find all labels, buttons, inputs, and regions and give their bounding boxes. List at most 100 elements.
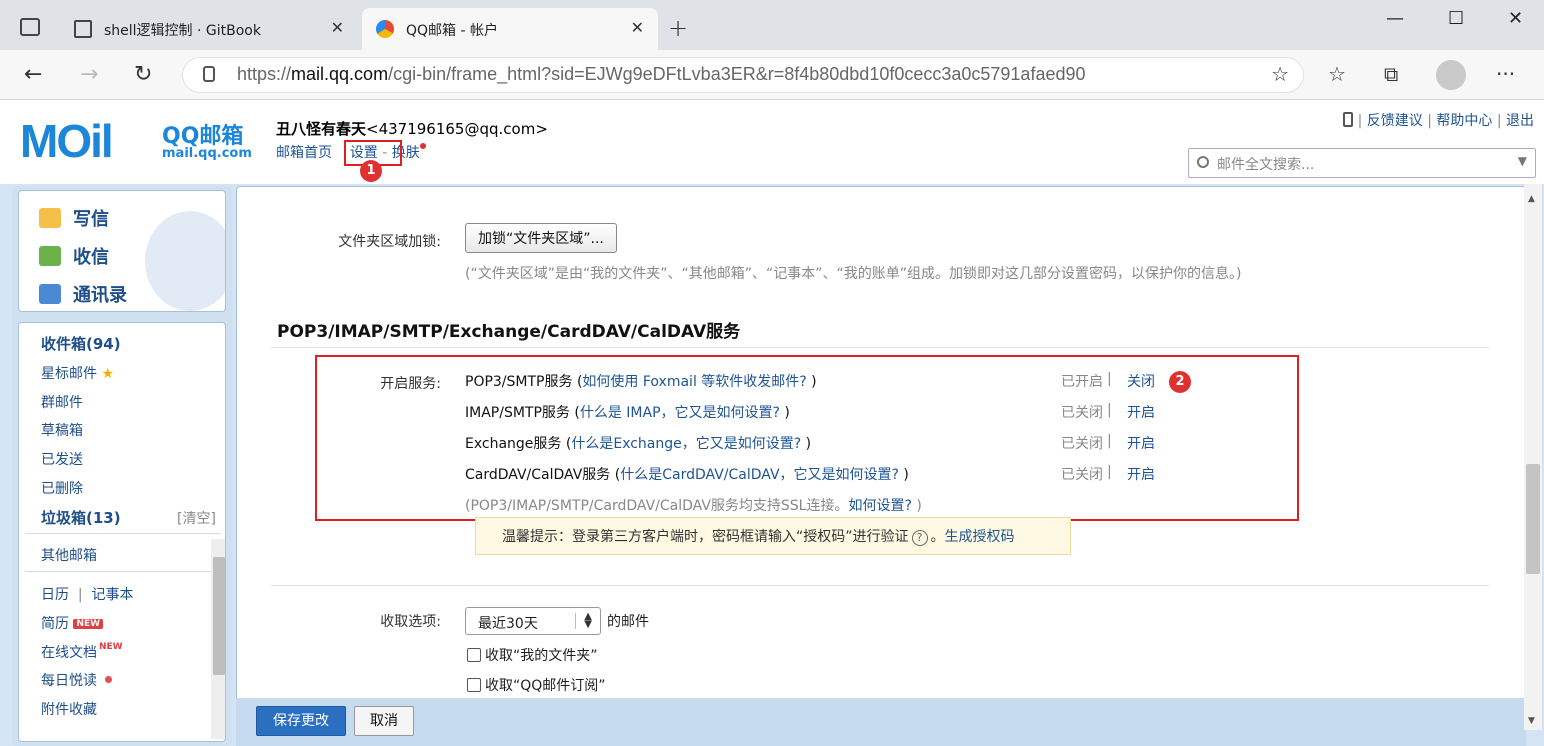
folder-group[interactable]: 群邮件 — [41, 392, 83, 412]
folder-lock-button[interactable]: 加锁“文件夹区域”... — [465, 223, 617, 253]
folder-starred-label: 星标邮件 — [41, 366, 97, 382]
folder-lock-label: 文件夹区域加锁: — [338, 234, 441, 250]
inbox-download-icon — [39, 246, 61, 266]
save-button[interactable]: 保存更改 — [256, 706, 346, 736]
profile-avatar[interactable] — [1436, 60, 1466, 90]
page-scrollbar[interactable]: ▲ ▼ — [1524, 184, 1542, 730]
folder-starred[interactable]: 星标邮件 ★ — [41, 363, 114, 383]
page: MOil QQ邮箱 mail.qq.com 丑八怪有春天<437196165@q… — [0, 100, 1544, 746]
divider — [25, 533, 221, 534]
url-prefix: https:// — [237, 64, 292, 84]
tab-actions-icon[interactable] — [20, 18, 40, 36]
clear-spam-link[interactable]: [清空] — [177, 508, 216, 528]
help-link[interactable]: 帮助中心 — [1436, 113, 1492, 129]
chevron-down-icon[interactable]: ▼ — [1518, 154, 1527, 168]
folder-deleted[interactable]: 已删除 — [41, 478, 83, 498]
settings-content: 文件夹区域加锁: 加锁“文件夹区域”... (“文件夹区域”是由“我的文件夹”、… — [236, 186, 1526, 746]
compose-button[interactable]: 写信 — [39, 205, 109, 231]
folder-sent[interactable]: 已发送 — [41, 449, 83, 469]
maximize-icon[interactable]: ☐ — [1448, 8, 1464, 29]
address-bar[interactable]: https://mail.qq.com/cgi-bin/frame_html?s… — [182, 57, 1304, 93]
receive-range-select[interactable]: 最近30天 ▲ ▼ — [465, 607, 601, 635]
tab-label: QQ邮箱 - 帐户 — [406, 23, 498, 39]
logout-link[interactable]: 退出 — [1506, 113, 1534, 129]
checkbox[interactable] — [467, 648, 481, 662]
mail-header: MOil QQ邮箱 mail.qq.com 丑八怪有春天<437196165@q… — [0, 100, 1544, 184]
back-icon[interactable]: ← — [24, 62, 42, 87]
receive-suffix: 的邮件 — [607, 614, 649, 630]
cancel-button[interactable]: 取消 — [354, 706, 414, 736]
star-icon: ★ — [101, 366, 115, 382]
new-dot-icon — [419, 143, 426, 149]
scroll-down-icon[interactable]: ▼ — [1528, 716, 1535, 726]
phone-icon[interactable] — [1343, 112, 1354, 127]
calendar-link[interactable]: 日历 — [41, 587, 69, 603]
compose-label: 写信 — [73, 209, 109, 230]
collections-icon[interactable]: ⧉ — [1384, 62, 1398, 86]
new-badge: NEW — [99, 642, 123, 652]
receive-label: 收信 — [73, 247, 109, 268]
qqmail-logo[interactable]: MOil QQ邮箱 mail.qq.com — [20, 114, 260, 170]
more-icon[interactable]: ··· — [1496, 62, 1515, 86]
mail-main: 写信 收信 通讯录 收件箱(94) 星标邮件 ★ 群邮件 草稿箱 已发送 已删除… — [0, 184, 1544, 746]
receive-subscriptions-checkbox[interactable]: 收取“QQ邮件订阅” — [467, 675, 606, 695]
generate-auth-code-link[interactable]: 生成授权码 — [945, 529, 1015, 545]
daily-reading-link[interactable]: 每日悦读 — [41, 670, 113, 690]
forward-icon[interactable]: → — [80, 62, 98, 87]
add-favorite-icon[interactable]: ☆ — [1271, 62, 1289, 86]
url-host: mail.qq.com — [291, 64, 389, 84]
quick-actions: 写信 收信 通讯录 — [18, 190, 226, 312]
folder-inbox[interactable]: 收件箱(94) — [41, 333, 121, 354]
help-circle-icon[interactable]: ? — [911, 530, 928, 546]
user-name: 丑八怪有春天 — [276, 120, 367, 138]
select-arrows-icon: ▲ ▼ — [584, 611, 592, 630]
contacts-label: 通讯录 — [73, 285, 127, 306]
online-docs-link[interactable]: 在线文档 NEW — [41, 642, 123, 662]
search-icon — [1197, 156, 1209, 168]
close-icon[interactable]: ✕ — [631, 18, 644, 37]
search-input[interactable]: 邮件全文搜索... ▼ — [1188, 148, 1536, 178]
minimize-icon[interactable]: — — [1386, 8, 1404, 29]
folder-other-mail[interactable]: 其他邮箱 — [41, 545, 97, 565]
select-divider — [575, 613, 576, 629]
annotation-box-services — [315, 355, 1299, 521]
scroll-thumb[interactable] — [213, 557, 225, 675]
feedback-link[interactable]: 反馈建议 — [1367, 113, 1423, 129]
receive-my-folders-checkbox[interactable]: 收取“我的文件夹” — [467, 645, 598, 665]
url-text: https://mail.qq.com/cgi-bin/frame_html?s… — [237, 64, 1086, 85]
favorites-icon[interactable]: ☆ — [1328, 62, 1346, 86]
new-dot-icon — [105, 676, 113, 683]
folder-drafts[interactable]: 草稿箱 — [41, 420, 83, 440]
nav-home[interactable]: 邮箱首页 — [276, 145, 332, 161]
contacts-button[interactable]: 通讯录 — [39, 281, 127, 307]
new-tab-button[interactable]: + — [668, 14, 688, 42]
sidebar-scrollbar[interactable] — [211, 539, 225, 739]
calendar-notes: 日历 | 记事本 — [41, 587, 134, 603]
checkbox-label: 收取“我的文件夹” — [485, 648, 598, 664]
scroll-up-icon[interactable]: ▲ — [1528, 194, 1535, 204]
receive-button[interactable]: 收信 — [39, 243, 109, 269]
checkbox[interactable] — [467, 678, 481, 692]
reload-icon[interactable]: ↻ — [134, 62, 152, 87]
auth-code-tip: 温馨提示：登录第三方客户端时，密码框请输入“授权码”进行验证? 。生成授权码 — [475, 517, 1071, 555]
compose-icon — [39, 208, 61, 228]
divider — [25, 571, 221, 572]
notes-link[interactable]: 记事本 — [92, 587, 134, 603]
folder-spam[interactable]: 垃圾箱(13) — [41, 507, 121, 528]
tip-text: 温馨提示：登录第三方客户端时，密码框请输入“授权码”进行验证 — [502, 529, 909, 545]
resume-label: 简历 — [41, 616, 69, 632]
tab-gitbook[interactable]: shell逻辑控制 · GitBook ✕ — [60, 8, 358, 50]
action-bar: 保存更改 取消 — [236, 698, 1526, 746]
annotation-badge-2: 2 — [1169, 371, 1191, 393]
close-icon[interactable]: ✕ — [331, 18, 344, 37]
service-section-title: POP3/IMAP/SMTP/Exchange/CardDAV/CalDAV服务 — [277, 322, 741, 342]
attachments-link[interactable]: 附件收藏 — [41, 699, 97, 719]
tab-label: shell逻辑控制 · GitBook — [104, 23, 261, 39]
window-close-icon[interactable]: ✕ — [1508, 8, 1523, 29]
logo-mark: MOil — [20, 115, 114, 167]
tab-qqmail[interactable]: QQ邮箱 - 帐户 ✕ — [362, 8, 658, 50]
resume-link[interactable]: 简历 NEW — [41, 613, 104, 633]
checkbox-label: 收取“QQ邮件订阅” — [485, 678, 606, 694]
lock-icon[interactable] — [203, 66, 215, 82]
scroll-thumb[interactable] — [1526, 464, 1540, 574]
